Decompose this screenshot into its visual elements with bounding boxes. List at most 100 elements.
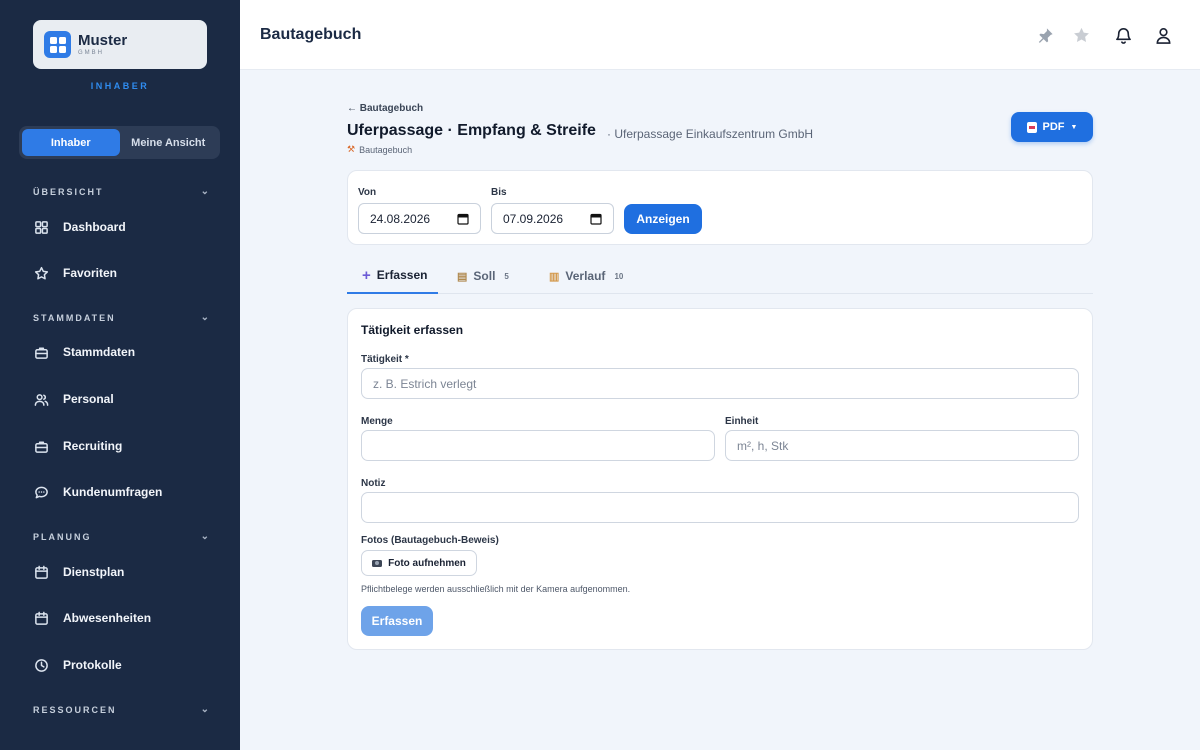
from-label: Von [358,187,377,198]
sidebar-item-surveys[interactable]: Kundenumfragen [33,480,213,504]
briefcase-icon [33,438,49,454]
unit-input[interactable]: m², h, Stk [725,430,1079,461]
camera-icon [372,559,383,567]
quantity-label: Menge [361,416,393,427]
view-toggle: Inhaber Meine Ansicht [19,126,220,159]
nav-section-planning[interactable]: PLANUNG ⌄ [33,531,209,542]
sidebar-item-label: Personal [63,392,114,406]
tab-capture[interactable]: + Erfassen [347,258,438,294]
role-label: INHABER [90,81,150,91]
sidebar-item-label: Stammdaten [63,345,136,359]
brand-name: Muster [78,32,128,49]
nav-section-overview[interactable]: ÜBERSICHT ⌄ [33,186,209,197]
sidebar-item-recruiting[interactable]: Recruiting [33,434,213,458]
activity-input[interactable]: z. B. Estrich verlegt [361,368,1079,399]
calendar-icon [33,564,49,580]
chevron-down-icon: ⌄ [200,186,209,197]
page-title: Uferpassage · Empfang & Streife [347,122,596,139]
to-date-input[interactable]: 07.09.2026 [491,203,614,234]
tab-label: Erfassen [376,268,428,282]
view-toggle-owner[interactable]: Inhaber [22,129,120,156]
view-toggle-my-view[interactable]: Meine Ansicht [120,129,218,156]
note-input[interactable] [361,492,1079,523]
brand-grid-icon [44,31,71,58]
nav-section-master-data[interactable]: STAMMDATEN ⌄ [33,312,209,323]
calendar-icon [590,213,602,225]
sidebar: Muster GMBH INHABER Inhaber Meine Ansich… [0,0,240,750]
tab-label: Soll [473,269,496,283]
nav-section-label: STAMMDATEN [33,312,116,323]
page-tag: ⚒ Bautagebuch [347,144,412,155]
take-photo-button[interactable]: Foto aufnehmen [361,550,477,576]
sidebar-item-label: Dienstplan [63,565,125,579]
chevron-down-icon: ▼ [1070,123,1078,131]
top-bar: Bautagebuch [240,0,1200,70]
chat-bubble-icon [33,484,49,500]
note-label: Notiz [361,478,386,489]
users-icon [33,391,49,407]
pdf-export-button[interactable]: PDF ▼ [1011,112,1093,142]
unit-label: Einheit [725,416,759,427]
nav-section-label: PLANUNG [33,531,92,542]
pin-icon[interactable] [1034,24,1056,46]
sidebar-item-label: Favoriten [63,266,118,280]
star-icon [33,265,49,281]
chevron-down-icon: ⌄ [200,312,209,323]
sidebar-item-label: Kundenumfragen [63,485,163,499]
clipboard-icon: ▤ [457,270,468,283]
page-subtitle: · Uferpassage Einkaufszentrum GmbH [607,127,814,141]
show-button[interactable]: Anzeigen [624,204,702,234]
take-photo-label: Foto aufnehmen [388,557,466,569]
scroll-icon: ▥ [549,270,560,283]
sidebar-item-master-data[interactable]: Stammdaten [33,340,213,364]
tab-count: 5 [504,271,509,281]
tab-bar: + Erfassen ▤ Soll 5 ▥ Verlauf 10 [347,258,1093,294]
page-tag-label: Bautagebuch [359,144,413,155]
tab-history[interactable]: ▥ Verlauf 10 [549,258,623,294]
document-icon [1026,121,1037,133]
quantity-input[interactable] [361,430,715,461]
sidebar-item-logs[interactable]: Protokolle [33,653,213,677]
nav-section-label: RESSOURCEN [33,704,117,715]
from-date-value: 24.08.2026 [370,211,431,226]
calendar-icon [457,213,469,225]
submit-button[interactable]: Erfassen [361,606,433,636]
tab-label: Verlauf [565,269,606,283]
star-icon[interactable] [1070,24,1092,46]
construction-icon: ⚒ [347,144,356,154]
brand-subtitle: GMBH [78,50,104,56]
sidebar-item-dashboard[interactable]: Dashboard [33,215,213,239]
sidebar-item-schedule[interactable]: Dienstplan [33,560,213,584]
brand-logo[interactable]: Muster GMBH [33,20,207,69]
activity-placeholder: z. B. Estrich verlegt [373,376,477,391]
back-link[interactable]: ← Bautagebuch [347,103,423,114]
calendar-icon [33,610,49,626]
sidebar-item-favorites[interactable]: Favoriten [33,261,213,285]
plus-icon: + [362,266,371,284]
sidebar-item-label: Dashboard [63,220,126,234]
tab-target[interactable]: ▤ Soll 5 [457,258,509,294]
nav-section-resources[interactable]: RESSOURCEN ⌄ [33,704,209,715]
photo-hint: Pflichtbelege werden ausschließlich mit … [361,584,631,594]
chevron-down-icon: ⌄ [200,704,209,715]
chevron-down-icon: ⌄ [200,531,209,542]
header-title: Bautagebuch [260,26,362,43]
clock-icon [33,657,49,673]
sidebar-item-staff[interactable]: Personal [33,387,213,411]
pdf-button-label: PDF [1042,121,1065,133]
to-date-value: 07.09.2026 [503,211,564,226]
form-title: Tätigkeit erfassen [361,323,464,337]
from-date-input[interactable]: 24.08.2026 [358,203,481,234]
tab-count: 10 [614,271,624,281]
user-icon[interactable] [1152,24,1174,46]
sidebar-item-absences[interactable]: Abwesenheiten [33,606,213,630]
unit-placeholder: m², h, Stk [737,438,789,453]
activity-label: Tätigkeit * [361,354,409,365]
briefcase-icon [33,344,49,360]
grid-icon [33,219,49,235]
to-label: Bis [491,187,507,198]
sidebar-item-label: Recruiting [63,439,123,453]
bell-icon[interactable] [1112,24,1134,46]
nav-section-label: ÜBERSICHT [33,186,104,197]
activity-form-card [347,308,1093,650]
